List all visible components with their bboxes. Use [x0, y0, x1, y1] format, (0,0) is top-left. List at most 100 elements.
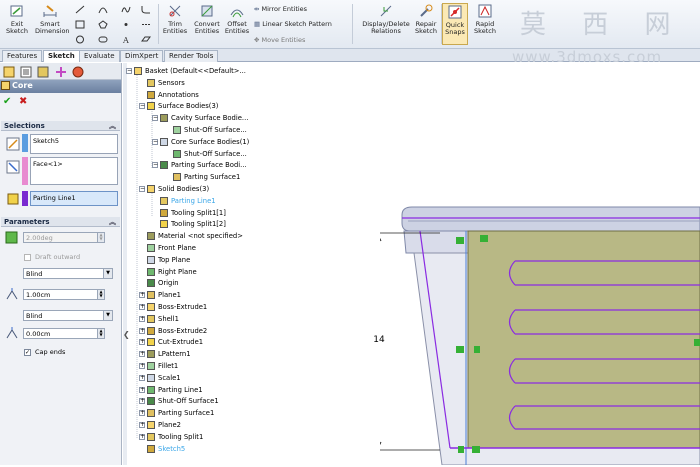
expand-toggle-icon[interactable]: +: [139, 433, 145, 440]
tree-item[interactable]: Tooling Split1[2]: [160, 219, 226, 229]
expand-toggle-icon[interactable]: −: [152, 115, 158, 122]
tree-item[interactable]: Shell1: [147, 314, 179, 324]
tree-item[interactable]: Parting Line1: [160, 196, 216, 206]
expand-toggle-icon[interactable]: +: [139, 422, 145, 428]
draft-angle-input[interactable]: 2.00deg ▲ ▼: [23, 232, 105, 243]
tree-item[interactable]: Plane1: [147, 290, 181, 300]
plane-icon[interactable]: [141, 35, 151, 44]
dimension-14-label[interactable]: 14: [370, 335, 388, 345]
tree-item[interactable]: Solid Bodies(3): [147, 184, 209, 194]
tree-item[interactable]: Basket (Default<<Default>...: [134, 66, 246, 76]
tree-item[interactable]: Shut-Off Surface1: [147, 396, 219, 406]
tab-render-tools[interactable]: Render Tools: [164, 50, 219, 62]
tree-item[interactable]: Material <not specified>: [147, 231, 243, 241]
expand-toggle-icon[interactable]: +: [139, 410, 145, 417]
rapid-sketch-button[interactable]: Rapid Sketch: [470, 3, 500, 35]
exit-sketch-button[interactable]: Exit Sketch: [2, 3, 32, 35]
spinner-icon[interactable]: ▲ ▼: [97, 233, 104, 242]
tree-item[interactable]: Tooling Split1[1]: [160, 208, 226, 218]
tab-evaluate[interactable]: Evaluate: [79, 50, 120, 62]
tree-item[interactable]: Front Plane: [147, 243, 196, 253]
tree-item[interactable]: Fillet1: [147, 361, 178, 371]
feature-manager-icon[interactable]: [3, 66, 15, 78]
expand-toggle-icon[interactable]: −: [139, 186, 145, 192]
cap-ends-checkbox[interactable]: ✓: [24, 349, 31, 356]
expand-toggle-icon[interactable]: −: [139, 103, 145, 110]
end-condition-2-select[interactable]: Blind ▼: [23, 310, 113, 321]
tree-item[interactable]: Tooling Split1: [147, 432, 203, 442]
tree-item[interactable]: Core Surface Bodies(1): [160, 137, 249, 147]
draft-outward-checkbox[interactable]: [24, 254, 31, 261]
tab-sketch[interactable]: Sketch: [43, 50, 80, 62]
tree-item[interactable]: Right Plane: [147, 267, 197, 277]
expand-toggle-icon[interactable]: +: [139, 351, 145, 358]
tree-item[interactable]: Shut-Off Surface...: [173, 125, 247, 135]
trim-entities-button[interactable]: Trim Entities: [160, 3, 190, 35]
tree-item[interactable]: LPattern1: [147, 349, 191, 359]
spinner-icon[interactable]: ▲ ▼: [97, 329, 104, 338]
tree-item[interactable]: Sketch5: [147, 444, 185, 454]
expand-toggle-icon[interactable]: +: [139, 374, 145, 381]
sketch-selection-box[interactable]: Sketch5: [30, 134, 118, 154]
text-icon[interactable]: A: [121, 35, 131, 44]
property-manager-icon[interactable]: [20, 66, 32, 78]
panel-splitter[interactable]: [123, 63, 127, 465]
expand-toggle-icon[interactable]: +: [139, 363, 145, 369]
parameters-header[interactable]: Parameters ︽: [1, 217, 120, 227]
expand-toggle-icon[interactable]: +: [139, 304, 145, 310]
tree-item[interactable]: Origin: [147, 278, 179, 288]
tree-item[interactable]: Parting Surface1: [147, 408, 214, 418]
arc-icon[interactable]: [98, 5, 108, 14]
circle-icon[interactable]: [75, 35, 85, 44]
dimxpert-manager-icon[interactable]: [55, 66, 67, 78]
display-manager-icon[interactable]: [72, 66, 84, 78]
expand-toggle-icon[interactable]: +: [139, 327, 145, 334]
depth-2-input[interactable]: 0.00cm ▲ ▼: [23, 328, 105, 339]
offset-entities-button[interactable]: Offset Entities: [223, 3, 251, 35]
slot-icon[interactable]: [98, 35, 108, 44]
tab-features[interactable]: Features: [2, 50, 43, 62]
tab-dimxpert[interactable]: DimXpert: [120, 50, 164, 62]
tree-item[interactable]: Annotations: [147, 90, 199, 100]
spinner-icon[interactable]: ▲ ▼: [97, 290, 104, 299]
mirror-entities-button[interactable]: ⇹ Mirror Entities: [254, 5, 307, 13]
tree-item[interactable]: Surface Bodies(3): [147, 101, 218, 111]
tree-item[interactable]: Boss-Extrude1: [147, 302, 207, 312]
tree-item[interactable]: Boss-Extrude2: [147, 326, 207, 336]
quick-snaps-button[interactable]: Quick Snaps: [442, 3, 468, 45]
tree-item[interactable]: Parting Surface Bodi...: [160, 160, 247, 170]
tree-item[interactable]: Scale1: [147, 373, 181, 383]
end-condition-1-select[interactable]: Blind ▼: [23, 268, 113, 279]
expand-toggle-icon[interactable]: +: [139, 398, 145, 405]
face-selection-box[interactable]: Face<1>: [30, 157, 118, 185]
tree-item[interactable]: Parting Surface1: [173, 172, 240, 182]
expand-toggle-icon[interactable]: −: [152, 138, 158, 145]
expand-toggle-icon[interactable]: +: [139, 315, 145, 322]
centerline-icon[interactable]: [141, 20, 151, 29]
sketch-fillet-icon[interactable]: [141, 5, 151, 14]
tree-item[interactable]: Plane2: [147, 420, 181, 430]
spline-icon[interactable]: [121, 5, 131, 14]
smart-dimension-button[interactable]: Smart Dimension: [35, 3, 70, 35]
tree-item[interactable]: Sensors: [147, 78, 185, 88]
point-icon[interactable]: [121, 20, 131, 29]
cancel-x-button[interactable]: ✖: [19, 96, 27, 107]
tree-item[interactable]: Top Plane: [147, 255, 190, 265]
move-entities-button[interactable]: ✥ Move Entities: [254, 36, 305, 44]
expand-toggle-icon[interactable]: −: [152, 162, 158, 169]
tree-item[interactable]: Parting Line1: [147, 385, 203, 395]
convert-entities-button[interactable]: Convert Entities: [190, 3, 224, 35]
configuration-manager-icon[interactable]: [37, 66, 49, 78]
expand-toggle-icon[interactable]: −: [126, 68, 132, 74]
selections-header[interactable]: Selections ︽: [1, 121, 120, 131]
tree-item[interactable]: Cut-Extrude1: [147, 337, 203, 347]
linear-sketch-pattern-button[interactable]: ▦ Linear Sketch Pattern: [254, 20, 332, 28]
tree-item[interactable]: Shut-Off Surface...: [173, 149, 247, 159]
expand-toggle-icon[interactable]: +: [139, 386, 145, 393]
expand-toggle-icon[interactable]: +: [139, 339, 145, 346]
graphics-area[interactable]: 14: [370, 63, 700, 466]
parting-line-selection-box[interactable]: Parting Line1: [30, 191, 118, 206]
repair-sketch-button[interactable]: Repair Sketch: [411, 3, 441, 35]
tree-item[interactable]: Cavity Surface Bodie...: [160, 113, 248, 123]
polygon-icon[interactable]: [98, 20, 108, 29]
